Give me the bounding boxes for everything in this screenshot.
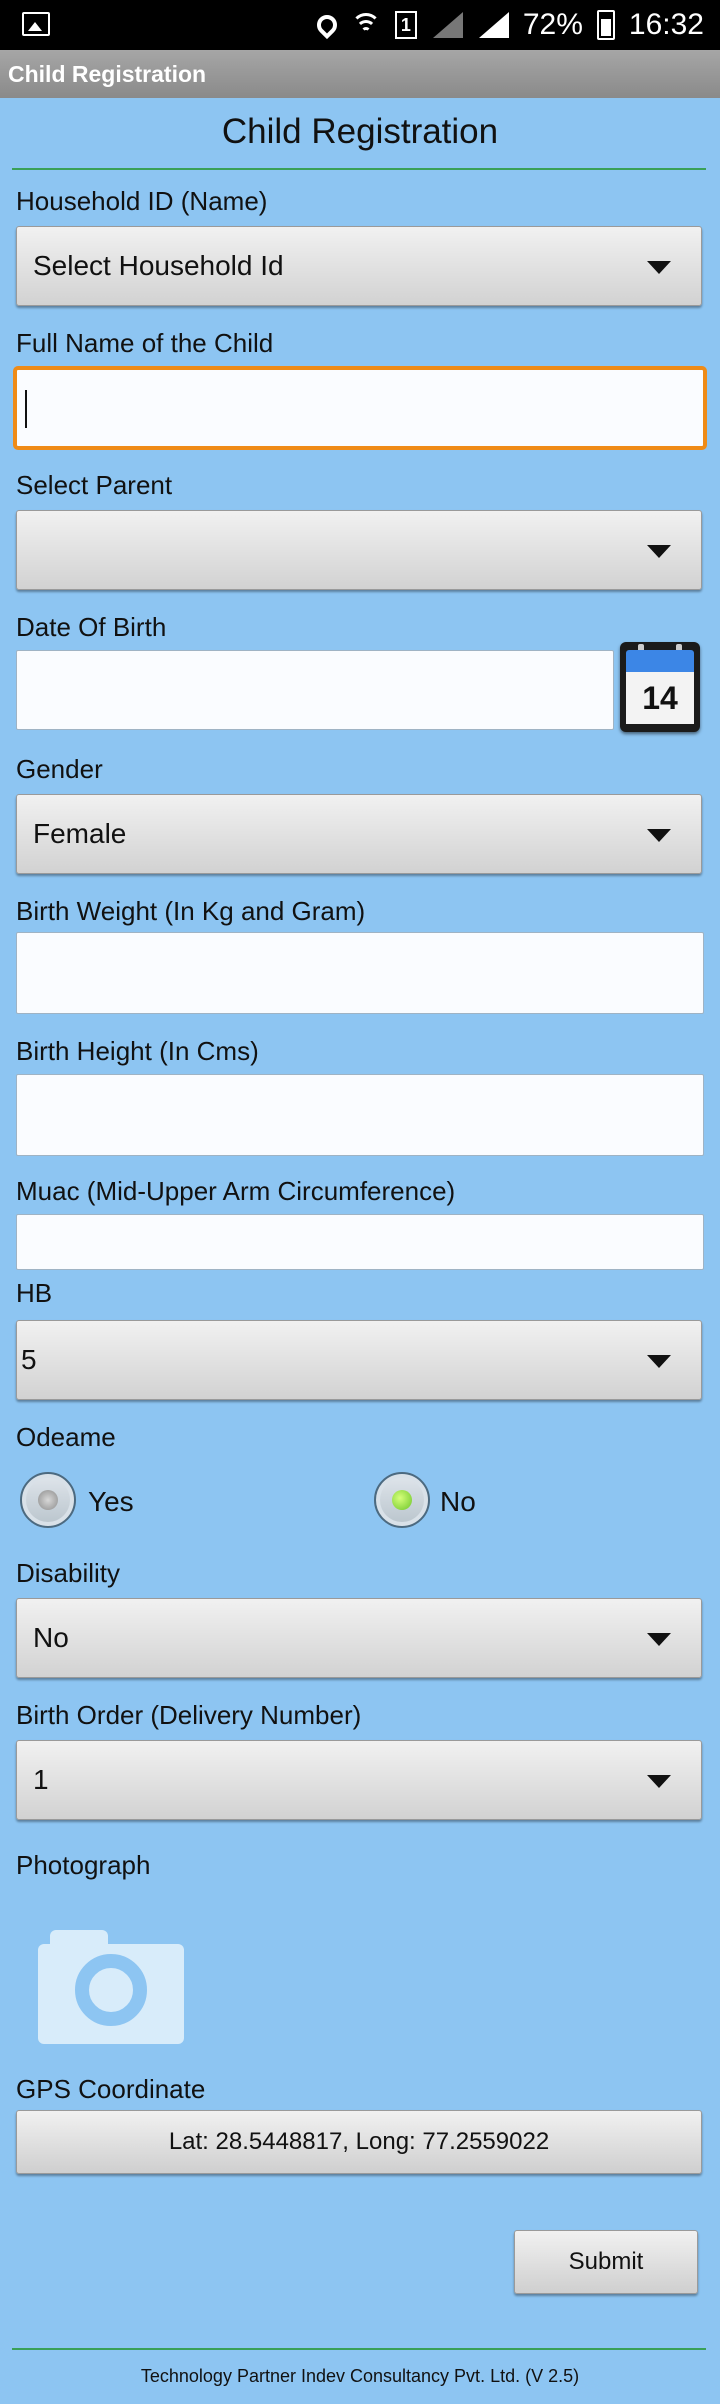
footer-credit: Technology Partner Indev Consultancy Pvt… (140, 2366, 580, 2386)
dropdown-arrow-icon (647, 261, 671, 274)
birth-height-input[interactable] (16, 1074, 704, 1156)
hb-select[interactable]: 5 (16, 1320, 702, 1400)
radio-checked-icon (392, 1490, 412, 1510)
radio-unchecked-icon (38, 1490, 58, 1510)
gender-label: Gender (16, 754, 103, 784)
odeame-no-label[interactable]: No (440, 1486, 476, 1518)
parent-select[interactable] (16, 510, 702, 590)
dropdown-arrow-icon (647, 1355, 671, 1368)
camera-icon[interactable] (38, 1930, 184, 2044)
disability-label: Disability (16, 1558, 121, 1588)
gallery-notification-icon (22, 12, 50, 36)
gps-coordinate-value: Lat: 28.5448817, Long: 77.2559022 (168, 2128, 550, 2155)
gender-select-value: Female (33, 818, 127, 849)
dropdown-arrow-icon (647, 1775, 671, 1788)
footer-divider (12, 2348, 706, 2350)
calendar-icon[interactable]: 14 (620, 642, 700, 732)
calendar-day: 14 (626, 672, 694, 724)
child-name-label: Full Name of the Child (16, 328, 274, 358)
sim-slot-icon: 1 (394, 11, 417, 39)
disability-select[interactable]: No (16, 1598, 702, 1678)
birth-order-select[interactable]: 1 (16, 1740, 702, 1820)
dropdown-arrow-icon (647, 1633, 671, 1646)
birth-weight-label: Birth Weight (In Kg and Gram) (16, 896, 366, 926)
photograph-label: Photograph (16, 1850, 151, 1880)
app-title: Child Registration (8, 61, 207, 87)
gender-select[interactable]: Female (16, 794, 702, 874)
parent-label: Select Parent (16, 470, 173, 500)
submit-button[interactable]: Submit (514, 2230, 698, 2294)
signal-sim1-icon (431, 12, 463, 38)
page-title: Child Registration (221, 112, 499, 151)
hb-select-value: 5 (21, 1344, 37, 1375)
dropdown-arrow-icon (647, 545, 671, 558)
household-select-value: Select Household Id (33, 250, 284, 281)
dob-label: Date Of Birth (16, 612, 167, 642)
signal-sim2-icon (477, 12, 509, 38)
battery-percent: 72% (522, 8, 583, 41)
birth-order-select-value: 1 (33, 1764, 49, 1795)
status-bar: 1 72% 16:32 (0, 0, 720, 50)
birth-height-label: Birth Height (In Cms) (16, 1036, 259, 1066)
birth-order-label: Birth Order (Delivery Number) (16, 1700, 362, 1730)
clock: 16:32 (628, 8, 704, 41)
muac-label: Muac (Mid-Upper Arm Circumference) (16, 1176, 456, 1206)
household-label: Household ID (Name) (16, 186, 268, 216)
location-icon (312, 10, 342, 40)
gps-coordinate-button[interactable]: Lat: 28.5448817, Long: 77.2559022 (16, 2110, 702, 2174)
battery-charging-icon (596, 10, 615, 40)
odeame-yes-radio[interactable] (20, 1472, 76, 1528)
action-bar: Child Registration (0, 50, 720, 98)
odeame-yes-label[interactable]: Yes (88, 1486, 134, 1518)
wifi-icon (350, 13, 381, 37)
child-name-input[interactable] (13, 366, 707, 450)
odeame-label: Odeame (16, 1422, 116, 1452)
dropdown-arrow-icon (647, 829, 671, 842)
hb-label: HB (16, 1278, 53, 1308)
gps-label: GPS Coordinate (16, 2074, 206, 2104)
birth-weight-input[interactable] (16, 932, 704, 1014)
household-select[interactable]: Select Household Id (16, 226, 702, 306)
disability-select-value: No (33, 1622, 69, 1653)
odeame-no-radio[interactable] (374, 1472, 430, 1528)
muac-input[interactable] (16, 1214, 704, 1270)
text-cursor (25, 390, 27, 428)
header-divider (12, 168, 706, 170)
dob-input[interactable] (16, 650, 614, 730)
